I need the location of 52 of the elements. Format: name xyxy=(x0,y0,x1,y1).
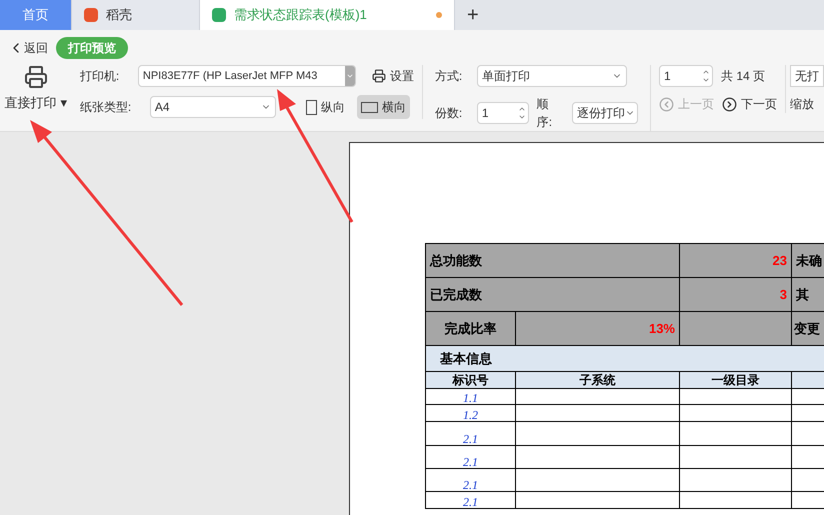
right-arrow-circle-icon xyxy=(722,96,737,112)
sheet-cell: 3 xyxy=(680,278,792,312)
sheet-cell: 13% xyxy=(516,312,680,346)
id-cell: 1.2 xyxy=(426,405,516,422)
id-cell: 1.1 xyxy=(426,389,516,405)
id-cell: 2.1 xyxy=(426,492,516,509)
id-cell: 2.1 xyxy=(426,422,516,446)
spin-up-icon[interactable] xyxy=(702,68,710,76)
print-button[interactable]: 直接打印 ▾ xyxy=(0,65,72,112)
printer-label: 打印机: xyxy=(80,68,120,85)
column-header: 一级目录 xyxy=(680,372,792,389)
order-select[interactable]: 逐份打印 xyxy=(572,102,638,124)
spin-down-icon[interactable] xyxy=(518,113,526,121)
page-field[interactable]: 1 xyxy=(659,65,713,87)
next-page-button[interactable]: 下一页 xyxy=(722,95,777,113)
sheet-cell: 未确 xyxy=(792,244,824,278)
method-select[interactable]: 单面打印 xyxy=(476,65,627,87)
portrait-icon xyxy=(306,100,317,114)
left-arrow-circle-icon xyxy=(659,96,674,112)
option-select[interactable]: 无打 xyxy=(790,65,824,87)
spin-down-icon[interactable] xyxy=(702,76,710,84)
sheet-icon xyxy=(212,8,226,22)
settings-button[interactable]: 设置 xyxy=(372,67,414,85)
sheet-cell: 23 xyxy=(680,244,792,278)
paper-select[interactable]: A4 xyxy=(150,96,276,118)
order-label: 顺序: xyxy=(536,96,554,131)
new-tab-button[interactable]: + xyxy=(455,0,491,30)
printer-select[interactable]: NPI83E77F (HP LaserJet MFP M43 xyxy=(138,65,356,87)
id-cell: 2.1 xyxy=(426,469,516,492)
sheet-cell: 其 xyxy=(792,278,824,312)
paper-label: 纸张类型: xyxy=(80,99,132,116)
tab[interactable]: 稻壳 xyxy=(72,0,200,30)
sheet-cell: 总功能数 xyxy=(426,244,680,278)
column-header: 标识号 xyxy=(426,372,516,389)
section-header: 基本信息 xyxy=(426,346,824,372)
copies-field[interactable]: 1 xyxy=(476,102,529,124)
back-button[interactable]: 返回 xyxy=(8,38,48,56)
landscape-icon xyxy=(360,102,378,112)
sheet-cell: 变更 xyxy=(792,312,824,346)
mode-badge: 打印预览 xyxy=(56,36,128,58)
sheet-cell: 已完成数 xyxy=(426,278,680,312)
sheet-cell: 完成比率 xyxy=(426,312,516,346)
spin-up-icon[interactable] xyxy=(518,105,526,113)
method-label: 方式: xyxy=(434,68,464,85)
column-header: 子系统 xyxy=(516,372,680,389)
orientation-button[interactable]: 横向 xyxy=(356,95,410,119)
zoom-label: 缩放 xyxy=(790,96,815,113)
page-total: 共 14 页 xyxy=(721,68,766,85)
printer-icon xyxy=(24,65,48,89)
orientation-button[interactable]: 纵向 xyxy=(302,95,349,119)
id-cell: 2.1 xyxy=(426,446,516,469)
copies-label: 份数: xyxy=(434,105,464,122)
